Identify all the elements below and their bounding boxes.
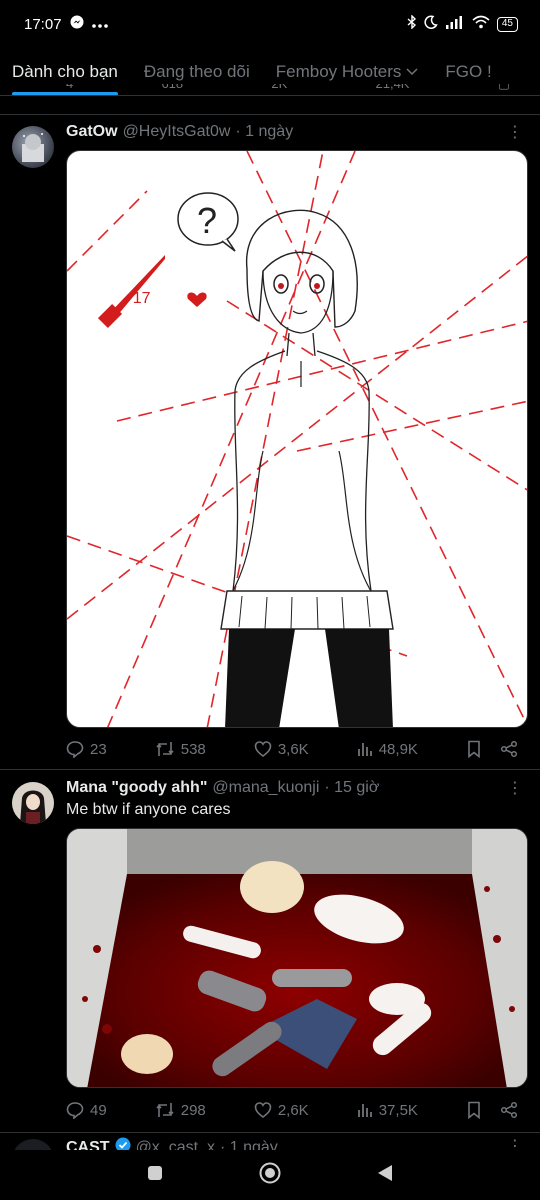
system-navigation-bar	[0, 1150, 540, 1200]
views-button[interactable]: 37,5K	[357, 1102, 418, 1119]
avatar[interactable]	[12, 1139, 54, 1150]
like-count: 3,6K	[277, 740, 309, 758]
signal-icon	[445, 15, 465, 33]
dnd-moon-icon	[424, 15, 438, 33]
messenger-icon	[70, 15, 84, 33]
back-button[interactable]	[377, 1164, 393, 1187]
prev-bookmark-icon[interactable]: ▢	[498, 84, 510, 98]
tweet-image[interactable]: ? - 17	[66, 150, 528, 728]
views-button[interactable]: 48,9K	[357, 741, 418, 758]
retweet-icon	[156, 1103, 174, 1117]
status-time: 17:07	[24, 15, 62, 33]
author-handle[interactable]: @HeyItsGat0w	[123, 123, 231, 141]
views-chart-icon	[357, 1104, 372, 1117]
tweet-actions: 23 538 3,6K 48,9K	[66, 737, 518, 761]
reply-count: 49	[90, 1101, 107, 1119]
bookmark-icon[interactable]	[466, 740, 482, 758]
tweet-time[interactable]: · 15 giờ	[324, 779, 379, 797]
bookmark-icon[interactable]	[466, 1101, 482, 1119]
views-chart-icon	[357, 743, 372, 756]
view-count: 37,5K	[378, 1101, 418, 1119]
tweet[interactable]: Mana "goody ahh" @mana_kuonji · 15 giờ ⋮…	[0, 770, 540, 1132]
avatar[interactable]	[12, 782, 54, 824]
tweet-time[interactable]: · 1 ngày	[235, 123, 293, 141]
more-options-icon[interactable]: ⋮	[507, 122, 523, 142]
more-notifications-icon	[91, 16, 108, 33]
home-button[interactable]	[259, 1162, 281, 1189]
author-handle[interactable]: @x_cast_x	[136, 1139, 215, 1151]
prev-like-count[interactable]: 2K	[271, 84, 287, 98]
more-options-icon[interactable]: ⋮	[507, 778, 523, 798]
chevron-down-icon	[406, 67, 418, 75]
tweet-actions: 49 298 2,6K 37,5K	[66, 1098, 518, 1122]
reply-button[interactable]: 23	[66, 740, 107, 758]
author-name[interactable]: CAST	[66, 1139, 110, 1151]
more-options-icon[interactable]: ⋮	[507, 1136, 523, 1150]
author-name[interactable]: Mana "goody ahh"	[66, 779, 207, 797]
like-count: 2,6K	[277, 1101, 309, 1119]
author-handle[interactable]: @mana_kuonji	[212, 779, 319, 797]
tweet[interactable]: GatOw @HeyItsGat0w · 1 ngày ⋮ ? - 17 23 …	[0, 114, 540, 770]
heart-icon	[254, 1102, 272, 1119]
verified-badge-icon	[115, 1137, 131, 1150]
recents-button[interactable]	[147, 1165, 163, 1186]
reply-button[interactable]: 49	[66, 1101, 107, 1119]
avatar[interactable]	[12, 126, 54, 168]
like-button[interactable]: 2,6K	[254, 1101, 309, 1119]
reply-count: 23	[90, 740, 107, 758]
share-icon[interactable]	[500, 740, 518, 758]
heart-icon	[254, 741, 272, 758]
tweet-time[interactable]: · 1 ngày	[220, 1139, 278, 1151]
tweet-image[interactable]	[66, 828, 528, 1088]
retweet-count: 538	[180, 740, 206, 758]
author-name[interactable]: GatOw	[66, 123, 118, 141]
prev-reply-count[interactable]: 4	[66, 84, 73, 98]
prev-retweet-count[interactable]: 618	[161, 84, 183, 98]
wifi-icon	[472, 15, 490, 33]
tweet[interactable]: CAST @x_cast_x · 1 ngày ⋮	[0, 1133, 540, 1150]
bluetooth-icon	[407, 14, 417, 33]
battery-indicator: 45	[496, 16, 518, 32]
reply-icon	[66, 741, 84, 758]
share-icon[interactable]	[500, 1101, 518, 1119]
retweet-icon	[156, 742, 174, 756]
retweet-button[interactable]: 538	[155, 740, 206, 758]
view-count: 48,9K	[378, 740, 418, 758]
retweet-button[interactable]: 298	[155, 1101, 206, 1119]
drawing-caption: - 17	[123, 290, 151, 307]
svg-text:?: ?	[197, 200, 217, 241]
tweet-text: Me btw if anyone cares	[66, 801, 231, 818]
prev-view-count[interactable]: 21,4K	[376, 84, 410, 98]
previous-tweet-actions: 4 618 2K 21,4K ▢	[66, 84, 510, 98]
retweet-count: 298	[180, 1101, 206, 1119]
like-button[interactable]: 3,6K	[254, 740, 309, 758]
status-bar: 17:07 45	[0, 0, 540, 48]
reply-icon	[66, 1102, 84, 1119]
